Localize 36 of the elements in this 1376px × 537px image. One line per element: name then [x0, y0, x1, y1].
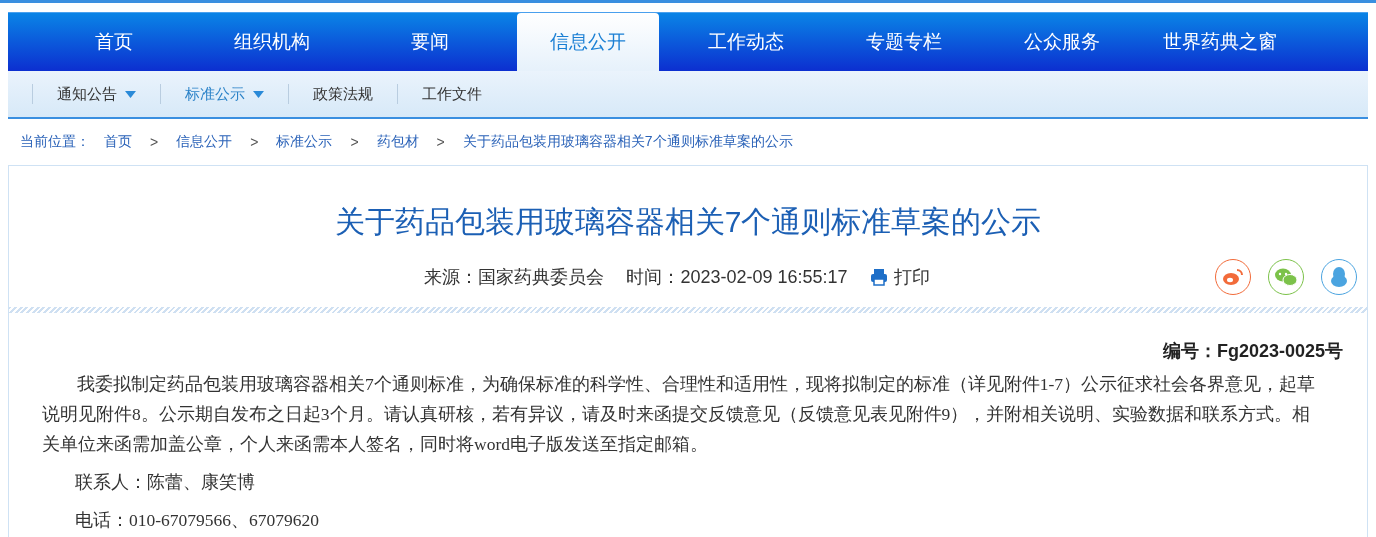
penguin-icon: [1330, 266, 1348, 288]
breadcrumb-separator: >: [250, 134, 259, 150]
print-link[interactable]: 打印: [869, 265, 930, 289]
breadcrumb-link[interactable]: 关于药品包装用玻璃容器相关7个通则标准草案的公示: [462, 133, 793, 151]
breadcrumb-link[interactable]: 标准公示: [276, 133, 333, 151]
caret-icon: [253, 90, 264, 98]
breadcrumb-separator: >: [350, 134, 359, 150]
subnav-link[interactable]: 标准公示: [160, 84, 288, 104]
breadcrumb-link[interactable]: 信息公开: [176, 133, 233, 151]
nav-tab[interactable]: 工作动态: [675, 13, 817, 71]
article-paragraph: 联系人：陈蕾、康笑博: [74, 471, 256, 494]
nav-tab[interactable]: 信息公开: [517, 13, 659, 71]
subnav-link[interactable]: 政策法规: [288, 84, 397, 104]
article-time: 时间：2023-02-09 16:55:17: [626, 266, 848, 289]
breadcrumb-label: 当前位置：: [20, 133, 90, 151]
caret-icon: [125, 90, 136, 98]
breadcrumb-separator: >: [436, 134, 445, 150]
breadcrumb-link[interactable]: 药包材: [376, 133, 419, 151]
nav-tab[interactable]: 组织机构: [201, 13, 343, 71]
subnav-link[interactable]: 工作文件: [397, 84, 506, 104]
article-paragraph: 我委拟制定药品包装用玻璃容器相关7个通则标准，为确保标准的科学性、合理性和适用性，现将拟制定的标准（详见附件1-7）公示征求社会各界意见，起草说明见附件8。公示期自发布之日起3个月。请认真研核，若有异议，请及时来函提交反馈意见（反馈意见表见附件9），并附相关说明、实验数据和联系方式。相关单位来函需加盖公章，个人来函需本人签名，同时将word电子版发送至指定邮箱。: [41, 373, 1317, 456]
printer-icon: [869, 268, 888, 286]
article-title: 关于药品包装用玻璃容器相关7个通则标准草案的公示: [333, 204, 1043, 240]
document-number: 编号：Fg2023-0025号: [1161, 340, 1343, 363]
breadcrumb-separator: >: [150, 134, 159, 150]
subnav-link[interactable]: 通知公告: [32, 84, 160, 104]
breadcrumb-link[interactable]: 首页: [104, 133, 132, 151]
chat-bubbles-icon: [1274, 267, 1298, 287]
nav-tab[interactable]: 公众服务: [991, 13, 1133, 71]
nav-tab[interactable]: 首页: [43, 13, 185, 71]
weibo-icon: [1222, 268, 1244, 286]
article-source: 来源：国家药典委员会: [424, 266, 605, 289]
nav-tab[interactable]: 要闻: [359, 13, 501, 71]
nav-tab[interactable]: 世界药典之窗: [1149, 13, 1291, 71]
article-paragraph: 电话：010-67079566、67079620: [74, 509, 321, 532]
nav-tab[interactable]: 专题专栏: [833, 13, 975, 71]
